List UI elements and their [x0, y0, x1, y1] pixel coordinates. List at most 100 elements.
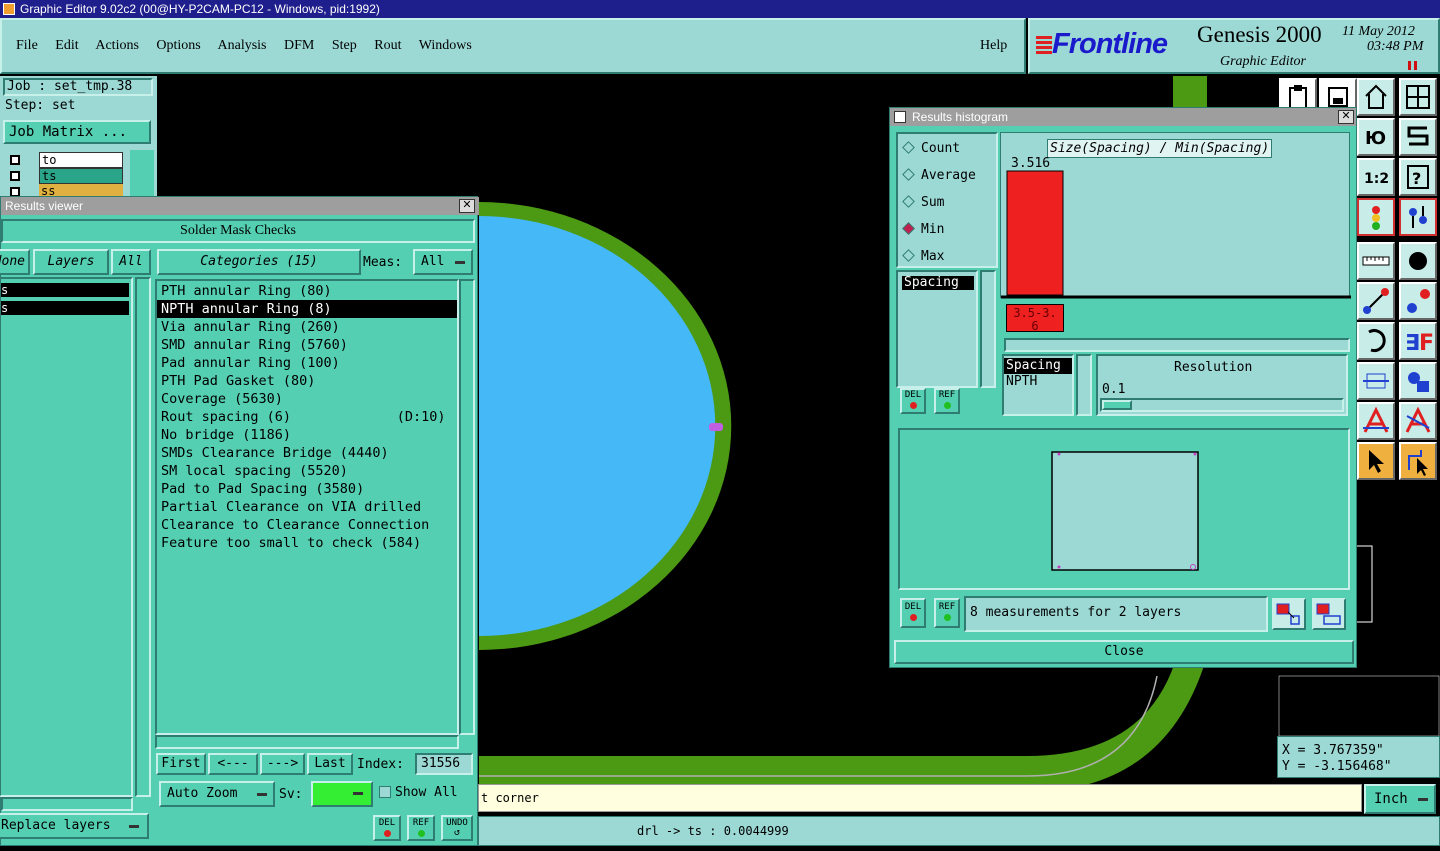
next-button[interactable]: --->	[260, 753, 305, 775]
mode-radio-average[interactable]: Average	[902, 167, 976, 185]
ruler-icon[interactable]	[1357, 242, 1395, 280]
category-item[interactable]: Feature too small to check (584)	[157, 534, 457, 552]
group-list[interactable]: Spacing NPTH	[1002, 354, 1074, 416]
categories-button[interactable]: Categories (15)	[157, 249, 361, 275]
category-item[interactable]: No bridge (1186)	[157, 426, 457, 444]
index-input[interactable]: 31556	[415, 753, 473, 775]
group-list-scrollbar[interactable]	[1076, 354, 1092, 416]
mode-radio-min[interactable]: Min	[902, 221, 944, 239]
dimension-icon[interactable]	[1357, 362, 1395, 400]
menu-windows[interactable]: Windows	[419, 38, 472, 53]
radio-diamond-icon[interactable]	[902, 249, 915, 262]
ref-button[interactable]: REF	[934, 388, 960, 414]
menu-dfm[interactable]: DFM	[284, 38, 314, 53]
none-button[interactable]: None	[0, 249, 30, 275]
del-button[interactable]: DEL	[900, 598, 926, 628]
category-item[interactable]: SMDs Clearance Bridge (4440)	[157, 444, 457, 462]
layer-checkbox[interactable]	[10, 155, 20, 165]
step-repeat-icon[interactable]	[1399, 118, 1437, 156]
category-item[interactable]: Partial Clearance on VIA drilled	[157, 498, 457, 516]
units-select[interactable]: Inch	[1364, 784, 1436, 814]
category-item[interactable]: Rout spacing (6) (D:10)	[157, 408, 457, 426]
prev-button[interactable]: <---	[208, 753, 258, 775]
last-button[interactable]: Last	[307, 753, 353, 775]
route-icon[interactable]	[1357, 402, 1395, 440]
menu-step[interactable]: Step	[332, 38, 357, 53]
text-tool-icon[interactable]: ∃ F	[1399, 322, 1437, 360]
layer-control-icon[interactable]	[1399, 198, 1437, 236]
layer-list-hscrollbar[interactable]	[1, 797, 133, 811]
measure-list-scrollbar[interactable]	[980, 270, 996, 388]
radio-diamond-icon[interactable]	[902, 195, 915, 208]
select-connect-icon[interactable]	[1399, 442, 1437, 480]
help-icon[interactable]: ?	[1399, 158, 1437, 196]
mode-radio-sum[interactable]: Sum	[902, 194, 944, 212]
all-layers-button[interactable]: All	[111, 249, 151, 275]
category-item[interactable]: SMD annular Ring (5760)	[157, 336, 457, 354]
close-button[interactable]: Close	[894, 640, 1354, 664]
category-item[interactable]: PTH Pad Gasket (80)	[157, 372, 457, 390]
layer-list[interactable]: s s	[0, 277, 133, 797]
menu-file[interactable]: File	[16, 38, 38, 53]
add-line-icon[interactable]	[1357, 282, 1395, 320]
del-button[interactable]: DEL	[373, 815, 401, 841]
menu-edit[interactable]: Edit	[55, 38, 78, 53]
radio-diamond-icon[interactable]	[902, 168, 915, 181]
menu-analysis[interactable]: Analysis	[218, 38, 267, 53]
layer-list-item[interactable]: s	[1, 283, 129, 297]
close-icon[interactable]: ✕	[459, 199, 475, 213]
radio-diamond-icon[interactable]	[902, 141, 915, 154]
category-item[interactable]: Pad to Pad Spacing (3580)	[157, 480, 457, 498]
home-icon[interactable]	[1357, 78, 1395, 116]
category-hscrollbar[interactable]	[155, 735, 459, 749]
layer-row-ss[interactable]: ss	[4, 184, 128, 196]
group-list-item[interactable]: Spacing	[1004, 358, 1072, 374]
pad-icon[interactable]	[1399, 242, 1437, 280]
menu-rout[interactable]: Rout	[374, 38, 401, 53]
chart-hscrollbar[interactable]	[1004, 338, 1350, 352]
resolution-slider[interactable]	[1100, 398, 1344, 412]
ref-button[interactable]: REF	[407, 815, 435, 841]
arc-icon[interactable]	[1357, 322, 1395, 360]
slider-thumb[interactable]	[1102, 400, 1132, 410]
ref-button[interactable]: REF	[934, 598, 960, 628]
layer-list-scrollbar[interactable]	[135, 277, 151, 797]
add-pad-icon[interactable]	[1399, 282, 1437, 320]
category-item[interactable]: NPTH annular Ring (8)	[157, 300, 457, 318]
sv-color-select[interactable]	[311, 781, 373, 807]
category-item[interactable]: SM local spacing (5520)	[157, 462, 457, 480]
auto-zoom-select[interactable]: Auto Zoom	[159, 781, 275, 807]
histogram-bar[interactable]	[1006, 170, 1064, 296]
mode-radio-count[interactable]: Count	[902, 140, 960, 158]
layer-display-icon[interactable]	[1357, 198, 1395, 236]
meas-select[interactable]: All	[413, 249, 473, 275]
show-all-checkbox[interactable]	[379, 786, 391, 798]
replace-layers-select[interactable]: Replace layers	[0, 813, 149, 839]
category-item[interactable]: Clearance to Clearance Connection	[157, 516, 457, 534]
menu-options[interactable]: Options	[156, 38, 200, 53]
export-icon[interactable]	[1272, 598, 1306, 630]
category-item[interactable]: Via annular Ring (260)	[157, 318, 457, 336]
import-icon[interactable]	[1312, 598, 1346, 630]
layer-list-item[interactable]: s	[1, 301, 129, 315]
select-cursor-icon[interactable]	[1357, 442, 1395, 480]
radio-diamond-icon[interactable]	[902, 222, 915, 235]
route-cross-icon[interactable]	[1399, 402, 1437, 440]
del-button[interactable]: DEL	[900, 388, 926, 414]
category-item[interactable]: Pad annular Ring (100)	[157, 354, 457, 372]
mode-radio-max[interactable]: Max	[902, 248, 944, 266]
menu-help[interactable]: Help	[980, 38, 1007, 54]
close-icon[interactable]: ✕	[1338, 110, 1354, 124]
layer-checkbox[interactable]	[10, 187, 20, 196]
layer-row-ts[interactable]: ts	[4, 168, 128, 184]
measure-list-item[interactable]: Spacing	[902, 276, 974, 290]
layers-button[interactable]: Layers	[33, 249, 109, 275]
layer-row-to[interactable]: to	[4, 152, 128, 168]
menu-actions[interactable]: Actions	[95, 38, 139, 53]
scale-icon[interactable]: 1:2	[1357, 158, 1395, 196]
category-item[interactable]: PTH annular Ring (80)	[157, 282, 457, 300]
first-button[interactable]: First	[156, 753, 206, 775]
undo-button[interactable]: UNDO ↺	[441, 815, 473, 841]
category-item[interactable]: Coverage (5630)	[157, 390, 457, 408]
shape-icon[interactable]	[1399, 362, 1437, 400]
